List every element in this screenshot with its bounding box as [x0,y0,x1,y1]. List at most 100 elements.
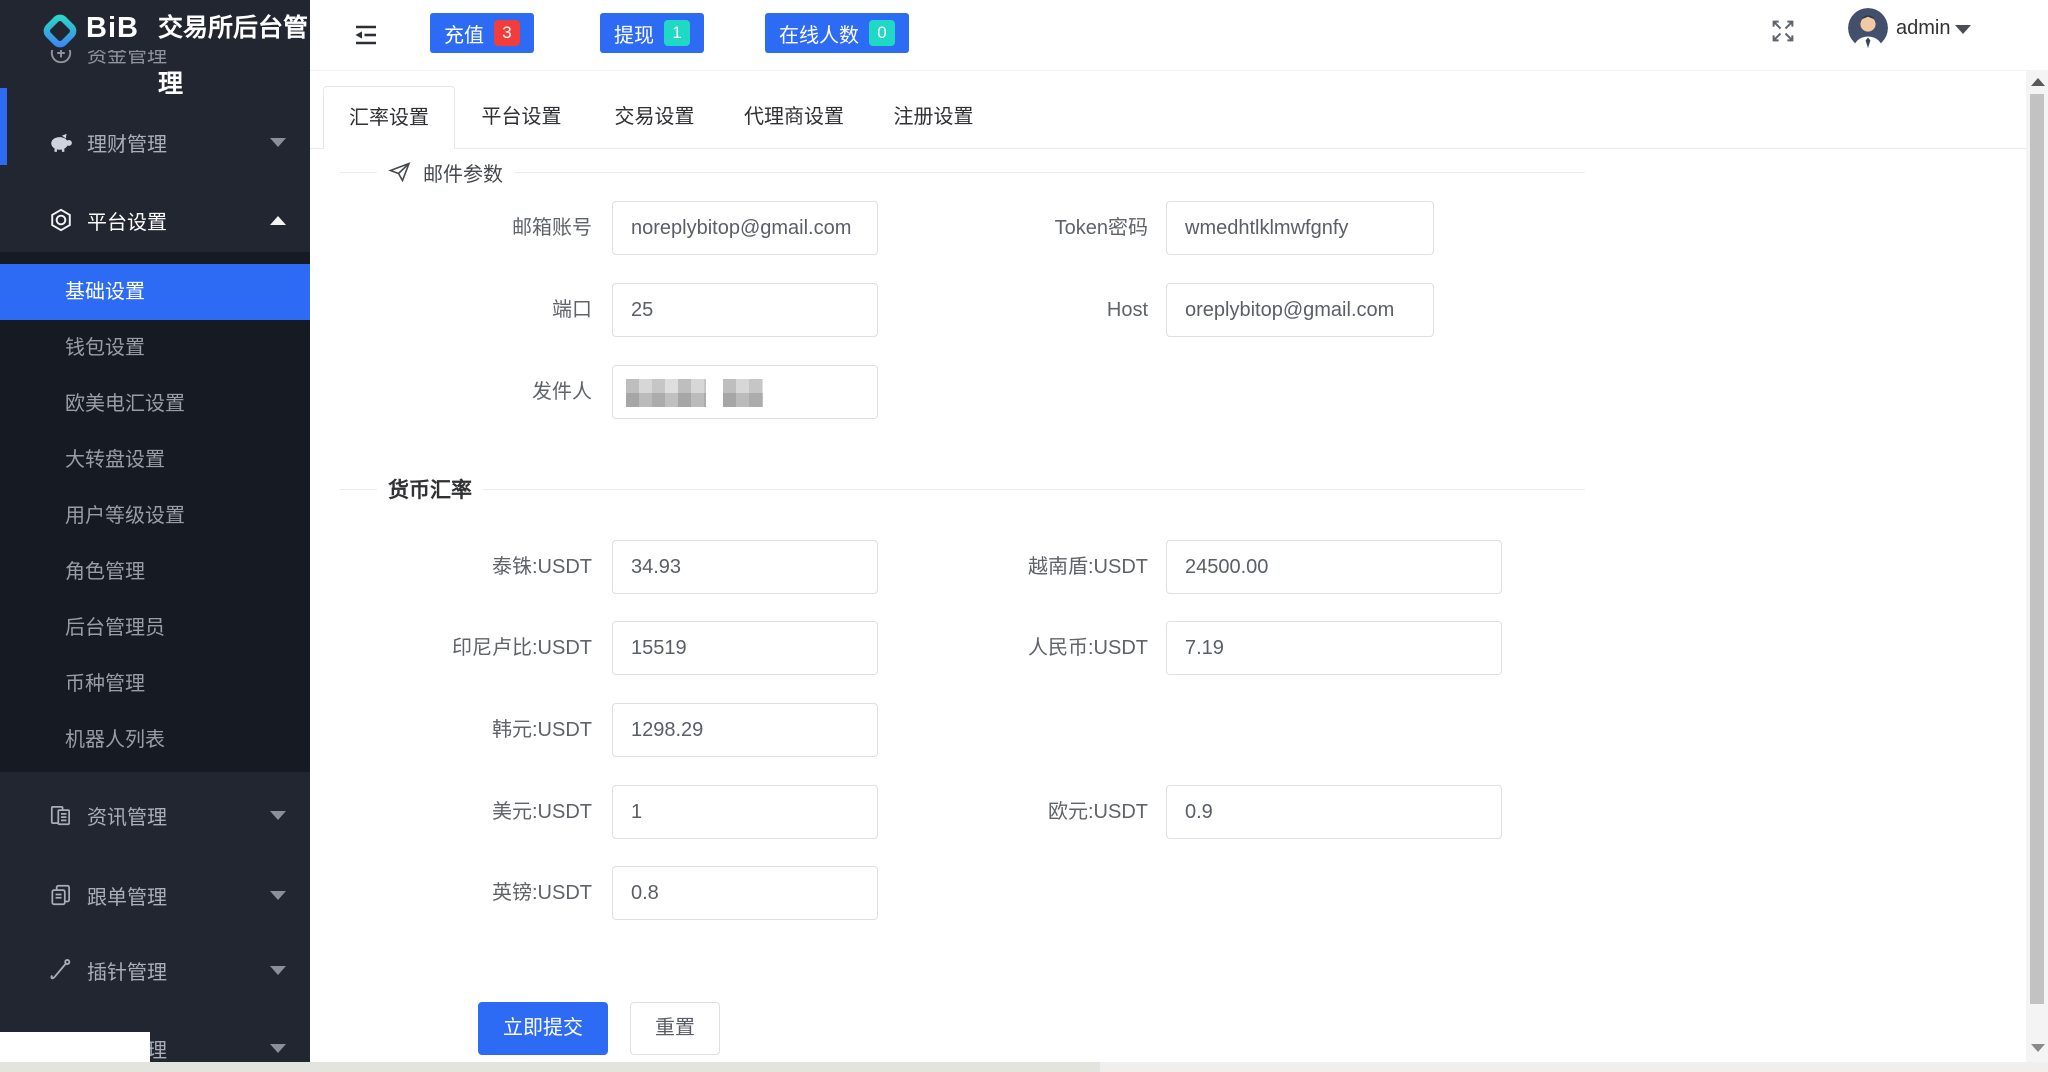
censor-box [0,1032,150,1063]
sidebar-item-label: 资讯管理 [87,801,167,830]
chevron-down-icon [270,811,286,820]
sidebar: 资金管理 理财管理 平台设置 [0,0,310,1072]
submenu-item-user-level[interactable]: 用户等级设置 [0,488,310,544]
sidebar-item-label: 插针管理 [87,956,167,985]
sidebar-item-wealth[interactable]: 理财管理 [0,114,310,170]
user-menu-caret-icon[interactable] [1955,25,1971,34]
mail-section-divider: 邮件参数 [340,159,1585,185]
logo-bar: BiB 交易所后台管理 [0,0,310,50]
divider-line [340,172,377,173]
idr-rate-label: 印尼卢比:USDT [342,621,592,675]
tab-exchange-rate[interactable]: 汇率设置 [323,86,455,149]
port-label: 端口 [342,283,592,337]
idr-rate-input[interactable] [612,621,878,675]
eur-rate-label: 欧元:USDT [898,785,1148,839]
cny-rate-label: 人民币:USDT [898,621,1148,675]
divider-line [483,489,1585,490]
avatar[interactable] [1848,8,1888,48]
sidebar-item-pin[interactable]: 插针管理 [0,942,310,998]
gbp-rate-label: 英镑:USDT [342,866,592,920]
tab-trade[interactable]: 交易设置 [588,86,721,149]
krw-rate-input[interactable] [612,703,878,757]
scroll-down-arrow-icon[interactable] [2031,1044,2045,1052]
sidebar-fold-icon[interactable] [352,22,380,48]
eur-rate-input[interactable] [1166,785,1502,839]
chevron-down-icon [270,966,286,975]
sidebar-item-label: 平台设置 [87,206,167,235]
online-users-badge: 0 [869,20,895,46]
reset-button[interactable]: 重置 [630,1002,720,1055]
withdraw-button[interactable]: 提现 1 [600,13,704,53]
app-window: 资金管理 理财管理 平台设置 [0,0,2048,1072]
online-users-button[interactable]: 在线人数 0 [765,13,909,53]
gear-icon [48,207,74,233]
header-divider [310,70,2026,71]
topbar: 充值 3 提现 1 在线人数 0 [310,0,2048,70]
censored-pixelation [626,379,706,407]
tab-platform[interactable]: 平台设置 [455,86,588,149]
sender-label: 发件人 [342,365,592,419]
sidebar-item-news[interactable]: 资讯管理 [0,787,310,843]
submenu-item-coins[interactable]: 币种管理 [0,656,310,712]
news-icon [48,802,74,828]
submenu-item-admins[interactable]: 后台管理员 [0,600,310,656]
submenu-item-roles[interactable]: 角色管理 [0,544,310,600]
submenu-item-wheel-settings[interactable]: 大转盘设置 [0,432,310,488]
submenu-item-robots[interactable]: 机器人列表 [0,712,310,768]
sidebar-item-label: 理财管理 [87,128,167,157]
brand-logo-icon [40,11,80,56]
submenu-item-wallet-settings[interactable]: 钱包设置 [0,320,310,376]
thb-rate-label: 泰铢:USDT [342,540,592,594]
email-account-input[interactable] [612,201,878,255]
chevron-up-icon [270,216,286,225]
cny-rate-input[interactable] [1166,621,1502,675]
token-password-label: Token密码 [898,201,1148,255]
sidebar-item-platform[interactable]: 平台设置 [0,192,310,248]
usd-rate-label: 美元:USDT [342,785,592,839]
withdraw-label: 提现 [614,19,654,48]
vnd-rate-label: 越南盾:USDT [898,540,1148,594]
send-plane-icon [388,160,412,184]
fullscreen-icon[interactable] [1768,16,1798,46]
recharge-button[interactable]: 充值 3 [430,13,534,53]
host-label: Host [898,283,1148,337]
divider-line [340,489,377,490]
email-account-label: 邮箱账号 [342,201,592,255]
tab-agent[interactable]: 代理商设置 [721,86,867,149]
chevron-down-icon [270,1044,286,1053]
scroll-up-arrow-icon[interactable] [2031,78,2045,86]
copy-docs-icon [48,882,74,908]
gbp-rate-input[interactable] [612,866,878,920]
sidebar-scrollbar-thumb[interactable] [0,88,7,165]
vertical-scrollbar-thumb[interactable] [2030,94,2044,1004]
krw-rate-label: 韩元:USDT [342,703,592,757]
host-input[interactable] [1166,283,1434,337]
app-title: 交易所后台管理 [158,0,310,56]
needle-pin-icon [48,957,74,983]
chevron-down-icon [270,891,286,900]
sidebar-item-label: 跟单管理 [87,881,167,910]
username[interactable]: admin [1896,0,1950,56]
port-input[interactable] [612,283,878,337]
vnd-rate-input[interactable] [1166,540,1502,594]
sidebar-item-copy-trading[interactable]: 跟单管理 [0,867,310,923]
mail-section-title: 邮件参数 [423,158,503,187]
usd-rate-input[interactable] [612,785,878,839]
censored-pixelation [723,379,763,407]
recharge-label: 充值 [444,19,484,48]
currency-section-divider: 货币汇率 [340,476,1585,502]
submenu-item-basic-settings[interactable]: 基础设置 [0,264,310,320]
tab-register[interactable]: 注册设置 [867,86,1000,149]
thb-rate-input[interactable] [612,540,878,594]
horizontal-scrollbar-track[interactable] [0,1062,2048,1072]
submenu-item-wire-settings[interactable]: 欧美电汇设置 [0,376,310,432]
recharge-badge: 3 [494,20,520,46]
submit-button[interactable]: 立即提交 [478,1002,608,1055]
withdraw-badge: 1 [664,20,690,46]
divider-line [514,172,1585,173]
token-password-input[interactable] [1166,201,1434,255]
online-users-label: 在线人数 [779,19,859,48]
brand-logo-text: BiB [86,0,139,56]
sender-input[interactable] [612,365,878,419]
horizontal-scrollbar-thumb[interactable] [0,1062,1100,1072]
